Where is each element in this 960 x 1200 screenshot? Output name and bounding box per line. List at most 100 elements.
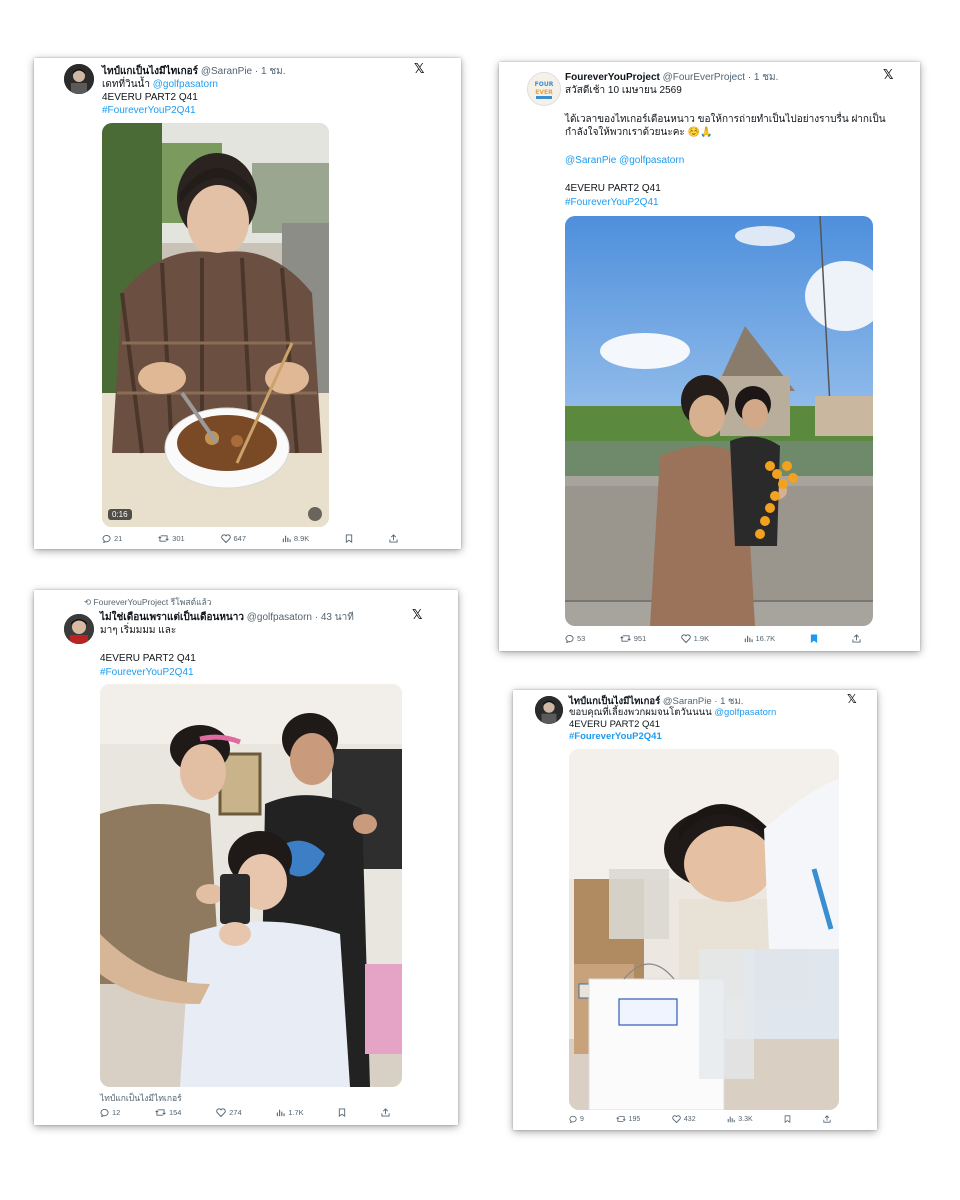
like-count: 274 bbox=[229, 1108, 242, 1117]
tweet-text-line: 4EVERU PART2 Q41 bbox=[565, 183, 661, 194]
bookmark-button[interactable] bbox=[810, 634, 818, 643]
like-button[interactable]: 432 bbox=[672, 1115, 696, 1123]
author-handle[interactable]: @golfpasatorn bbox=[247, 612, 312, 623]
share-button[interactable] bbox=[852, 634, 861, 643]
like-count: 1.9K bbox=[693, 634, 710, 643]
repost-icon bbox=[615, 1116, 626, 1122]
views-button[interactable]: 8.9K bbox=[282, 534, 309, 543]
reply-icon bbox=[565, 635, 574, 643]
mention-link[interactable]: @golfpasatorn bbox=[153, 79, 218, 90]
repost-icon bbox=[155, 1109, 166, 1116]
like-button[interactable]: 274 bbox=[216, 1108, 242, 1117]
tweet-text: เดทที่วินน้ำ bbox=[102, 79, 153, 90]
author-name[interactable]: ไทป์แกเป็นไงมีไทเกอร์ bbox=[569, 696, 660, 707]
timestamp[interactable]: · 1 ชม. bbox=[748, 72, 779, 83]
reply-button[interactable]: 9 bbox=[569, 1115, 584, 1123]
x-logo-icon[interactable]: 𝕏 bbox=[412, 608, 422, 623]
mention-link[interactable]: @golfpasatorn bbox=[714, 707, 776, 718]
bookmark-button[interactable] bbox=[338, 1108, 346, 1117]
tweet-actions: 53 951 1.9K 16.7K bbox=[565, 634, 861, 643]
tweet-card-4: ไทป์แกเป็นไงมีไทเกอร์ @SaranPie · 1 ชม. … bbox=[513, 690, 877, 1130]
views-icon bbox=[277, 1109, 285, 1117]
tweet-text-line: 4EVERU PART2 Q41 bbox=[100, 653, 196, 664]
mention-link[interactable]: @SaranPie @golfpasatorn bbox=[565, 154, 684, 167]
author-handle[interactable]: @SaranPie bbox=[201, 66, 252, 77]
share-icon bbox=[823, 1115, 831, 1123]
heart-icon bbox=[680, 634, 691, 643]
share-button[interactable] bbox=[823, 1115, 831, 1123]
avatar[interactable] bbox=[535, 696, 563, 724]
bookmark-button[interactable] bbox=[345, 534, 353, 543]
author-handle[interactable]: @FourEverProject bbox=[663, 72, 745, 83]
reply-icon bbox=[100, 1109, 109, 1117]
share-button[interactable] bbox=[381, 1108, 390, 1117]
tweet-actions: 9 195 432 3.3K bbox=[569, 1115, 831, 1123]
views-icon bbox=[282, 535, 291, 543]
heart-icon bbox=[216, 1108, 226, 1117]
views-icon bbox=[744, 635, 753, 643]
tweet-card-3: ⟲ FoureverYouProject รีโพสต์แล้ว ไม่ใช่เ… bbox=[34, 590, 458, 1125]
x-logo-icon[interactable]: 𝕏 bbox=[847, 692, 857, 706]
hashtag-link[interactable]: #FoureverYouP2Q41 bbox=[102, 104, 196, 117]
bookmark-button[interactable] bbox=[784, 1115, 791, 1123]
repost-count: 951 bbox=[633, 634, 647, 643]
views-count: 3.3K bbox=[738, 1115, 753, 1123]
repost-count: 195 bbox=[628, 1115, 641, 1123]
repost-button[interactable]: 154 bbox=[155, 1108, 181, 1117]
share-icon bbox=[852, 634, 861, 643]
avatar[interactable]: FOUR EVER bbox=[527, 72, 561, 106]
tweet-header: ไทป์แกเป็นไงมีไทเกอร์ @SaranPie · 1 ชม. bbox=[102, 64, 286, 79]
reply-count: 9 bbox=[580, 1115, 584, 1123]
reply-button[interactable]: 21 bbox=[102, 534, 122, 543]
expand-icon[interactable] bbox=[308, 507, 322, 521]
share-icon bbox=[381, 1108, 390, 1117]
tweet-photo[interactable] bbox=[100, 684, 402, 1087]
reply-count: 12 bbox=[112, 1108, 121, 1117]
tweet-card-2: FOUR EVER FoureverYouProject @FourEverPro… bbox=[499, 62, 920, 651]
author-name[interactable]: FoureverYouProject bbox=[565, 72, 660, 83]
avatar[interactable] bbox=[64, 614, 94, 644]
hashtag-link[interactable]: #FoureverYouP2Q41 bbox=[100, 666, 194, 679]
hashtag-link[interactable]: #FoureverYouP2Q41 bbox=[569, 731, 662, 743]
repost-indicator-text: FoureverYouProject รีโพสต์แล้ว bbox=[93, 597, 212, 607]
like-button[interactable]: 1.9K bbox=[680, 634, 710, 643]
reply-button[interactable]: 53 bbox=[565, 634, 585, 643]
timestamp[interactable]: · 43 นาที bbox=[315, 612, 354, 623]
repost-count: 301 bbox=[172, 534, 185, 543]
video-duration: 0:16 bbox=[108, 509, 132, 520]
share-icon bbox=[389, 534, 398, 543]
avatar[interactable] bbox=[64, 64, 94, 94]
repost-button[interactable]: 951 bbox=[619, 634, 647, 643]
views-button[interactable]: 1.7K bbox=[276, 1108, 304, 1117]
hashtag-link[interactable]: #FoureverYouP2Q41 bbox=[565, 196, 659, 209]
reply-count: 21 bbox=[114, 534, 123, 543]
repost-icon bbox=[619, 635, 631, 642]
like-count: 432 bbox=[683, 1115, 696, 1123]
repost-button[interactable]: 195 bbox=[615, 1115, 641, 1123]
author-name[interactable]: ไม่ใช่เดือนเพราแต่เป็นเดือนหนาว bbox=[100, 612, 244, 623]
tweet-text-line: สวัสดีเช้า 10 เมษายน 2569 bbox=[565, 85, 682, 96]
views-button[interactable]: 16.7K bbox=[744, 634, 775, 643]
views-button[interactable]: 3.3K bbox=[727, 1115, 753, 1123]
tweet-text-line: ได้เวลาของไทเกอร์เดือนหนาว ขอให้การถ่ายท… bbox=[565, 114, 886, 125]
like-button[interactable]: 647 bbox=[220, 534, 247, 543]
views-count: 1.7K bbox=[288, 1108, 304, 1117]
timestamp[interactable]: · 1 ชม. bbox=[255, 66, 286, 77]
timestamp[interactable]: · 1 ชม. bbox=[714, 696, 743, 707]
reply-icon bbox=[569, 1115, 577, 1123]
tweet-text-line: 4EVERU PART2 Q41 bbox=[569, 719, 660, 730]
video-player[interactable]: 0:16 bbox=[102, 123, 329, 527]
quoted-author[interactable]: ไทป์แกเป็นไงมีไทเกอร์ bbox=[100, 1092, 182, 1105]
tweet-photo[interactable] bbox=[569, 749, 839, 1110]
repost-indicator[interactable]: ⟲ FoureverYouProject รีโพสต์แล้ว bbox=[84, 595, 212, 609]
x-logo-icon[interactable]: 𝕏 bbox=[883, 68, 893, 83]
bookmark-icon bbox=[785, 1115, 791, 1123]
share-button[interactable] bbox=[389, 534, 398, 543]
like-count: 647 bbox=[233, 534, 247, 543]
x-logo-icon[interactable]: 𝕏 bbox=[414, 62, 424, 77]
reply-button[interactable]: 12 bbox=[100, 1108, 120, 1117]
tweet-photo[interactable] bbox=[565, 216, 873, 626]
author-handle[interactable]: @SaranPie bbox=[663, 696, 712, 707]
repost-button[interactable]: 301 bbox=[158, 534, 185, 543]
author-name[interactable]: ไทป์แกเป็นไงมีไทเกอร์ bbox=[102, 66, 198, 77]
